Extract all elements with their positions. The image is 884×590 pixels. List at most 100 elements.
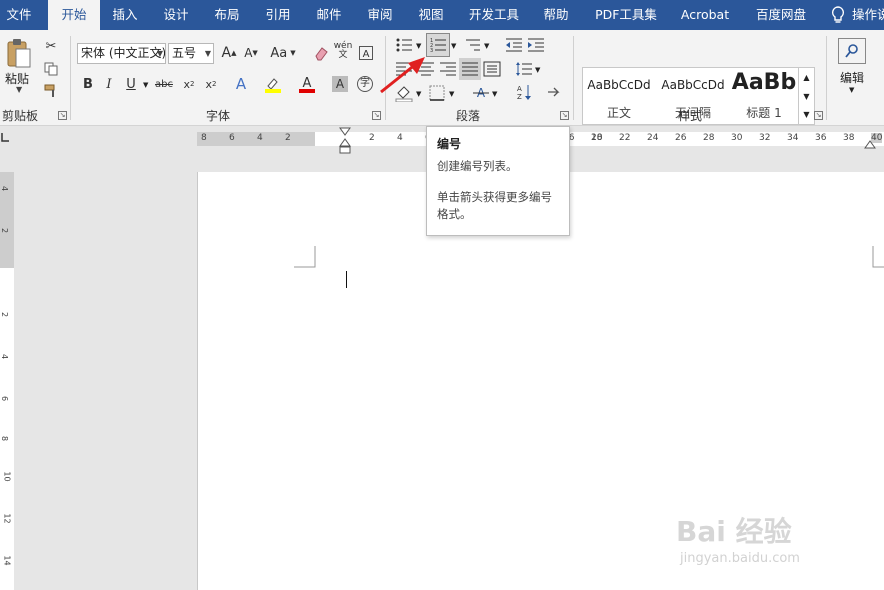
tab-tell-me[interactable]: 操作说明搜索 — [852, 0, 884, 30]
lightbulb-icon[interactable] — [828, 5, 848, 25]
cut-icon[interactable]: ✂ — [40, 35, 62, 57]
bullets-icon[interactable] — [393, 34, 415, 56]
paragraph-group-label: 段落 — [456, 109, 481, 123]
find-icon[interactable] — [838, 38, 866, 64]
change-case-label: Aa — [270, 45, 288, 61]
character-shading-icon[interactable]: A — [332, 76, 348, 92]
chinese-layout-icon[interactable]: A — [470, 82, 492, 104]
style-normal[interactable]: AaBbCcDd 正文 — [583, 68, 655, 124]
multilevel-dropdown-icon[interactable]: ▼ — [484, 42, 489, 50]
clipboard-launcher-icon[interactable]: ↘ — [58, 111, 67, 120]
tab-selector-icon[interactable] — [0, 131, 12, 145]
borders-dropdown-icon[interactable]: ▼ — [449, 90, 454, 98]
line-spacing-dropdown-icon[interactable]: ▼ — [535, 66, 540, 74]
show-formatting-icon[interactable] — [543, 81, 565, 103]
tooltip-hint: 单击箭头获得更多编号格式。 — [437, 190, 552, 221]
style-heading-1[interactable]: AaBb 标题 1 — [731, 68, 797, 124]
ruler-number: 8 — [0, 435, 10, 442]
font-launcher-icon[interactable]: ↘ — [372, 111, 381, 120]
decrease-indent-icon[interactable] — [503, 34, 525, 56]
tab-review[interactable]: 审阅 — [361, 0, 399, 30]
grow-font-icon[interactable]: A ▲ — [218, 42, 240, 64]
italic-button[interactable]: I — [98, 73, 120, 95]
change-case-button[interactable]: Aa ▼ — [268, 42, 298, 64]
tab-baidu-netdisk[interactable]: 百度网盘 — [749, 0, 813, 30]
tab-insert[interactable]: 插入 — [106, 0, 144, 30]
format-painter-icon[interactable] — [40, 80, 62, 102]
align-right-icon[interactable] — [437, 58, 459, 80]
ruler-number: 12 — [2, 513, 12, 524]
scroll-up-icon[interactable]: ▲ — [799, 68, 814, 87]
font-size-select[interactable]: 五号 ▼ — [168, 43, 214, 64]
style-sample: AaBb — [731, 70, 797, 95]
style-sample: AaBbCcDd — [661, 78, 725, 92]
chinese-layout-dropdown-icon[interactable]: ▼ — [492, 90, 497, 98]
justify-icon[interactable] — [459, 58, 481, 80]
multilevel-list-icon[interactable] — [462, 34, 484, 56]
paste-icon[interactable] — [4, 36, 34, 70]
highlight-color-icon[interactable] — [262, 73, 284, 95]
distributed-icon[interactable] — [481, 58, 503, 80]
superscript-button[interactable]: x2 — [200, 73, 222, 95]
paste-dropdown-icon[interactable]: ▼ — [16, 85, 22, 94]
underline-dropdown-icon[interactable]: ▼ — [143, 81, 148, 89]
borders-icon[interactable] — [426, 82, 448, 104]
tab-help[interactable]: 帮助 — [537, 0, 575, 30]
watermark-url: jingyan.baidu.com — [680, 551, 800, 566]
chevron-down-icon: ▼ — [156, 49, 163, 58]
tab-design[interactable]: 设计 — [157, 0, 195, 30]
style-name: 标题 1 — [746, 106, 782, 120]
increase-indent-icon[interactable] — [525, 34, 547, 56]
margin-corner-mark — [294, 246, 316, 268]
svg-text:3: 3 — [430, 48, 433, 53]
style-name: 正文 — [606, 106, 631, 120]
editing-dropdown-icon[interactable]: ▼ — [849, 86, 854, 94]
tab-mailings[interactable]: 邮件 — [310, 0, 348, 30]
more-styles-icon[interactable]: ▼ — [799, 106, 814, 123]
text-effects-icon[interactable]: A — [230, 73, 252, 95]
ruler-number: 2 — [0, 311, 10, 318]
copy-icon[interactable] — [40, 58, 62, 80]
font-color-icon[interactable]: A — [296, 73, 318, 95]
svg-text:A: A — [363, 49, 370, 60]
bold-button[interactable]: B — [77, 73, 99, 95]
right-indent-marker-icon[interactable] — [864, 138, 876, 149]
tab-pdf-tools[interactable]: PDF工具集 — [590, 0, 662, 30]
underline-button[interactable]: U — [120, 73, 142, 95]
subscript-button[interactable]: x2 — [178, 73, 200, 95]
ruler-number: 8 — [201, 133, 207, 143]
editing-label[interactable]: 编辑 — [840, 69, 864, 86]
ruler-number: 10 — [2, 471, 12, 482]
character-border-icon[interactable]: A — [355, 42, 377, 64]
text-cursor — [346, 271, 347, 288]
sort-icon[interactable]: AZ — [513, 81, 535, 103]
scroll-down-icon[interactable]: ▼ — [799, 87, 814, 106]
shrink-font-icon[interactable]: A ▼ — [240, 42, 262, 64]
enclose-characters-button[interactable]: 字 — [354, 73, 376, 95]
ruler-number: 22 — [619, 133, 631, 143]
ruler-number: 4 — [0, 185, 10, 192]
clear-formatting-icon[interactable] — [310, 42, 332, 64]
ruler-number: 34 — [787, 133, 799, 143]
tab-developer[interactable]: 开发工具 — [463, 0, 525, 30]
indent-marker-icon[interactable] — [338, 127, 352, 155]
ribbon-tab-bar: 文件 开始 插入 设计 布局 引用 邮件 审阅 视图 开发工具 帮助 PDF工具… — [0, 0, 884, 30]
strikethrough-button[interactable]: abc — [153, 73, 175, 95]
paragraph-launcher-icon[interactable]: ↘ — [560, 111, 569, 120]
font-family-select[interactable]: 宋体 (中文正文) ▼ — [77, 43, 166, 64]
tab-file[interactable]: 文件 — [0, 0, 38, 30]
vertical-ruler[interactable]: 4 2 2 4 6 8 10 12 14 — [0, 172, 14, 590]
numbering-icon[interactable]: 123 — [426, 33, 450, 57]
tab-references[interactable]: 引用 — [259, 0, 297, 30]
numbering-dropdown-icon[interactable]: ▼ — [451, 42, 456, 50]
tab-view[interactable]: 视图 — [412, 0, 450, 30]
tab-layout[interactable]: 布局 — [208, 0, 246, 30]
phonetic-guide-button[interactable]: wén 文 — [332, 40, 354, 62]
styles-launcher-icon[interactable]: ↘ — [814, 111, 823, 120]
bullets-dropdown-icon[interactable]: ▼ — [416, 42, 421, 50]
group-divider — [573, 36, 574, 120]
line-spacing-icon[interactable] — [513, 58, 535, 80]
tab-home[interactable]: 开始 — [48, 0, 100, 30]
ruler-number: 38 — [843, 133, 855, 143]
tab-acrobat[interactable]: Acrobat — [675, 0, 735, 30]
